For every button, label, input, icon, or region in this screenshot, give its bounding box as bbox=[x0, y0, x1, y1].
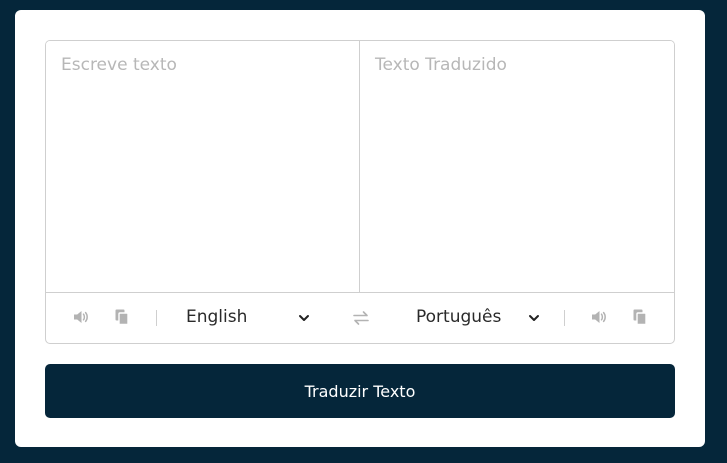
source-divider bbox=[156, 310, 157, 326]
source-copy-icon[interactable] bbox=[112, 307, 132, 327]
source-text-input[interactable] bbox=[46, 41, 360, 292]
controls-row: English Português bbox=[46, 292, 674, 343]
exchange-icon[interactable] bbox=[351, 308, 371, 328]
target-volume-icon[interactable] bbox=[589, 307, 609, 327]
chevron-down-icon bbox=[529, 315, 539, 321]
translate-button[interactable]: Traduzir Texto bbox=[45, 364, 675, 418]
target-language-label: Português bbox=[416, 307, 502, 327]
source-language-label: English bbox=[186, 307, 248, 327]
translator-card: English Português bbox=[15, 10, 705, 447]
chevron-down-icon bbox=[299, 315, 309, 321]
translated-text-output[interactable] bbox=[360, 41, 674, 292]
target-language-select[interactable]: Português bbox=[416, 305, 542, 331]
source-volume-icon[interactable] bbox=[71, 307, 91, 327]
text-panel: English Português bbox=[45, 40, 675, 344]
target-copy-icon[interactable] bbox=[630, 307, 650, 327]
target-divider bbox=[564, 310, 565, 326]
source-language-select[interactable]: English bbox=[186, 305, 312, 331]
